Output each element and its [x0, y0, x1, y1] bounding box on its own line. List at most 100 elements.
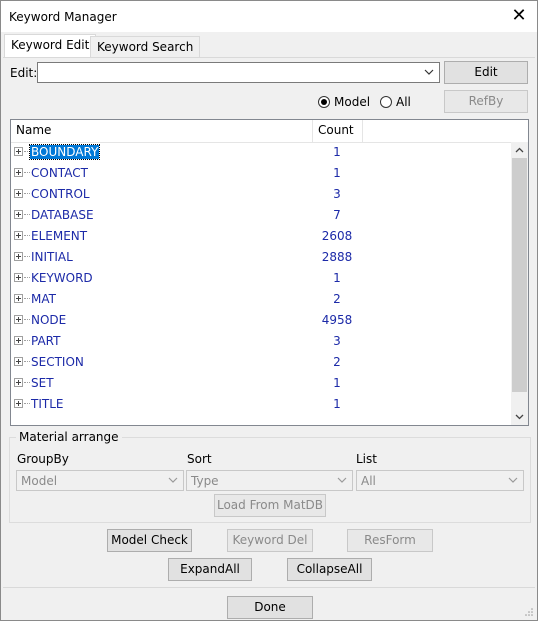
- tree-row[interactable]: ELEMENT 2608: [11, 226, 511, 247]
- expand-plus-icon[interactable]: [14, 168, 23, 177]
- tree-row-name: NODE: [31, 313, 67, 327]
- chevron-down-icon: [508, 477, 518, 483]
- expand-all-button[interactable]: ExpandAll: [168, 558, 252, 581]
- expand-plus-icon[interactable]: [14, 147, 23, 156]
- column-header-count[interactable]: Count: [313, 120, 363, 142]
- tree-row[interactable]: INITIAL 2888: [11, 247, 511, 268]
- expand-plus-icon[interactable]: [14, 315, 23, 324]
- tree-row[interactable]: PART 3: [11, 331, 511, 352]
- tree-row[interactable]: CONTACT 1: [11, 163, 511, 184]
- tree-row-name: KEYWORD: [31, 271, 93, 285]
- scroll-up-icon[interactable]: [514, 145, 525, 156]
- column-header-count-label: Count: [318, 123, 354, 137]
- sort-value: Type: [191, 474, 219, 488]
- collapse-all-button[interactable]: CollapseAll: [287, 558, 372, 581]
- material-arrange-title: Material arrange: [16, 430, 122, 444]
- radio-unchecked-icon: [380, 96, 392, 108]
- expand-plus-icon[interactable]: [14, 336, 23, 345]
- tree-row-name: INITIAL: [31, 250, 73, 264]
- expand-plus-icon[interactable]: [14, 399, 23, 408]
- tab-keyword-edit-label: Keyword Edit: [11, 38, 90, 52]
- groupby-select[interactable]: Model: [16, 470, 184, 491]
- resize-grip-icon[interactable]: [524, 607, 534, 617]
- chevron-down-icon: [337, 477, 347, 483]
- scrollbar-thumb[interactable]: [512, 158, 527, 392]
- tab-keyword-search[interactable]: Keyword Search: [90, 36, 201, 58]
- tree-row[interactable]: KEYWORD 1: [11, 268, 511, 289]
- expand-plus-icon[interactable]: [14, 210, 23, 219]
- tree-row[interactable]: TITLE 1: [11, 394, 511, 415]
- vertical-scrollbar[interactable]: [511, 142, 528, 425]
- tree-row-name: PART: [31, 334, 61, 348]
- tab-keyword-search-label: Keyword Search: [97, 40, 194, 54]
- tree-row-name: SET: [31, 376, 54, 390]
- list-label: List: [356, 452, 377, 466]
- expand-plus-icon[interactable]: [14, 252, 23, 261]
- tree-row-count: 2608: [321, 229, 353, 243]
- load-from-matdb-button[interactable]: Load From MatDB: [214, 494, 326, 517]
- edit-combobox[interactable]: [37, 62, 440, 83]
- tab-keyword-edit[interactable]: Keyword Edit: [4, 34, 97, 58]
- tree-row-name: SECTION: [31, 355, 84, 369]
- tree-row[interactable]: DATABASE 7: [11, 205, 511, 226]
- tree-row[interactable]: MAT 2: [11, 289, 511, 310]
- tree-row-count: 1: [333, 166, 341, 180]
- sort-select[interactable]: Type: [186, 470, 353, 491]
- tree-row-count: 2888: [321, 250, 353, 264]
- column-header-name[interactable]: Name: [11, 120, 313, 142]
- refby-button[interactable]: RefBy: [444, 90, 528, 113]
- column-header-name-label: Name: [16, 123, 52, 137]
- edit-button[interactable]: Edit: [444, 61, 528, 84]
- tree-row-count: 3: [333, 334, 341, 348]
- list-select[interactable]: All: [356, 470, 524, 491]
- tree-row-count: 3: [333, 187, 341, 201]
- tree-row[interactable]: BOUNDARY 1: [11, 142, 511, 163]
- done-button[interactable]: Done: [227, 596, 313, 619]
- tree-row[interactable]: CONTROL 3: [11, 184, 511, 205]
- expand-plus-icon[interactable]: [14, 231, 23, 240]
- radio-checked-icon: [318, 96, 330, 108]
- expand-plus-icon[interactable]: [14, 189, 23, 198]
- keyword-del-button[interactable]: Keyword Del: [227, 529, 313, 552]
- window-title: Keyword Manager: [9, 10, 117, 24]
- tree-row-count: 1: [333, 145, 341, 159]
- tab-divider: [3, 57, 535, 58]
- title-bar: Keyword Manager ✕: [1, 1, 537, 32]
- scroll-down-icon[interactable]: [514, 411, 525, 422]
- tree-row[interactable]: SET 1: [11, 373, 511, 394]
- groupby-label: GroupBy: [17, 452, 69, 466]
- tree-row-name: CONTROL: [31, 187, 90, 201]
- keyword-tree[interactable]: Name Count BOUNDARY 1 CONTACT 1 CONTROL 3 DATA…: [10, 119, 529, 426]
- tree-row-count: 2: [333, 292, 341, 306]
- tree-row-count: 1: [333, 271, 341, 285]
- tree-row[interactable]: NODE 4958: [11, 310, 511, 331]
- resform-button[interactable]: ResForm: [347, 529, 433, 552]
- edit-label: Edit:: [10, 66, 38, 80]
- tree-row-name: CONTACT: [31, 166, 88, 180]
- tree-row-count: 2: [333, 355, 341, 369]
- tree-row-name: BOUNDARY: [28, 144, 101, 160]
- expand-plus-icon[interactable]: [14, 378, 23, 387]
- chevron-down-icon: [168, 477, 178, 483]
- tree-row-count: 4958: [321, 313, 353, 327]
- keyword-manager-window: Keyword Manager ✕ Keyword Edit Keyword S…: [0, 0, 538, 621]
- close-icon[interactable]: ✕: [509, 6, 529, 26]
- tree-row-name: MAT: [31, 292, 56, 306]
- model-check-button[interactable]: Model Check: [107, 529, 192, 552]
- expand-plus-icon[interactable]: [14, 357, 23, 366]
- model-radio[interactable]: Model: [318, 95, 370, 109]
- expand-plus-icon[interactable]: [14, 273, 23, 282]
- footer-divider: [3, 587, 535, 588]
- all-radio[interactable]: All: [380, 95, 411, 109]
- expand-plus-icon[interactable]: [14, 294, 23, 303]
- tree-row-count: 1: [333, 376, 341, 390]
- tree-row-count: 1: [333, 397, 341, 411]
- tree-row-name: TITLE: [31, 397, 64, 411]
- all-radio-label: All: [396, 95, 411, 109]
- tree-row-name: DATABASE: [31, 208, 94, 222]
- model-radio-label: Model: [334, 95, 371, 109]
- list-value: All: [361, 474, 376, 488]
- groupby-value: Model: [21, 474, 58, 488]
- sort-label: Sort: [187, 452, 212, 466]
- tree-row[interactable]: SECTION 2: [11, 352, 511, 373]
